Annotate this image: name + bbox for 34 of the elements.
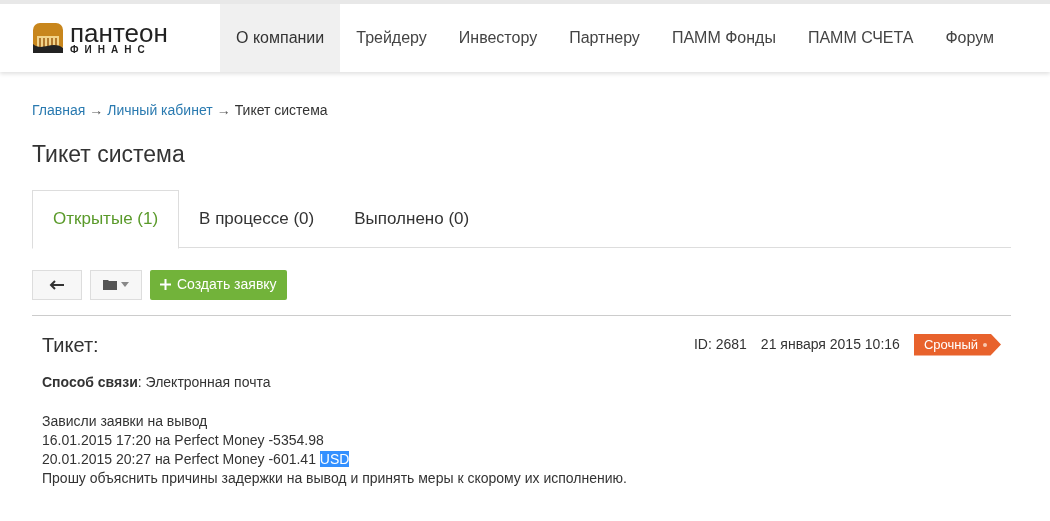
tab[interactable]: В процессе (0) (179, 189, 335, 249)
nav-item[interactable]: Трейдеру (340, 4, 443, 72)
urgency-badge: Срочный (913, 333, 1001, 356)
message-line: 20.01.2015 20:27 на Perfect Money -601.41 USD (42, 449, 351, 469)
breadcrumb-separator: → (89, 101, 104, 120)
ticket-title: Тикет: (42, 332, 99, 358)
nav-item[interactable]: ПАММ Фонды (655, 4, 792, 72)
arrow-left-icon (49, 279, 65, 290)
plus-icon (160, 279, 171, 290)
logo-name: пантеон (70, 21, 168, 45)
nav-item[interactable]: Инвестору (442, 4, 554, 72)
tab[interactable]: Выполнено (0) (334, 189, 490, 249)
message-line: 16.01.2015 17:20 на Perfect Money -5354.98 (42, 430, 325, 450)
breadcrumb-current: Тикет система (234, 101, 328, 120)
logo-subtitle: ФИНАНС (70, 45, 152, 55)
folder-icon (103, 279, 117, 290)
message-line: Прошу объяснить причины задержки на вывод и принять меры к скорому их исполнению. (42, 468, 628, 488)
breadcrumb-link[interactable]: Главная (32, 100, 86, 121)
back-button[interactable] (32, 269, 82, 300)
nav-item[interactable]: Форум (929, 4, 1011, 72)
logo-icon (32, 22, 64, 54)
breadcrumb-link[interactable]: Личный кабинет (107, 100, 213, 121)
tab[interactable]: Открытые (1) (32, 189, 180, 249)
caret-icon (121, 282, 129, 287)
page-title: Тикет система (32, 140, 186, 169)
contact-method: Способ связи: Электронная почта (42, 372, 272, 392)
ticket-id: ID: 2681 (693, 335, 747, 354)
nav-item[interactable]: Партнеру (553, 4, 656, 72)
folder-dropdown-button[interactable] (90, 269, 142, 300)
ticket-date: 21 января 2015 10:16 (760, 335, 900, 354)
message-line: Зависли заявки на вывод (42, 411, 209, 431)
breadcrumb-separator: → (216, 101, 231, 120)
nav-item[interactable]: О компании (220, 4, 341, 72)
nav-item[interactable]: ПАММ СЧЕТА (791, 4, 930, 72)
